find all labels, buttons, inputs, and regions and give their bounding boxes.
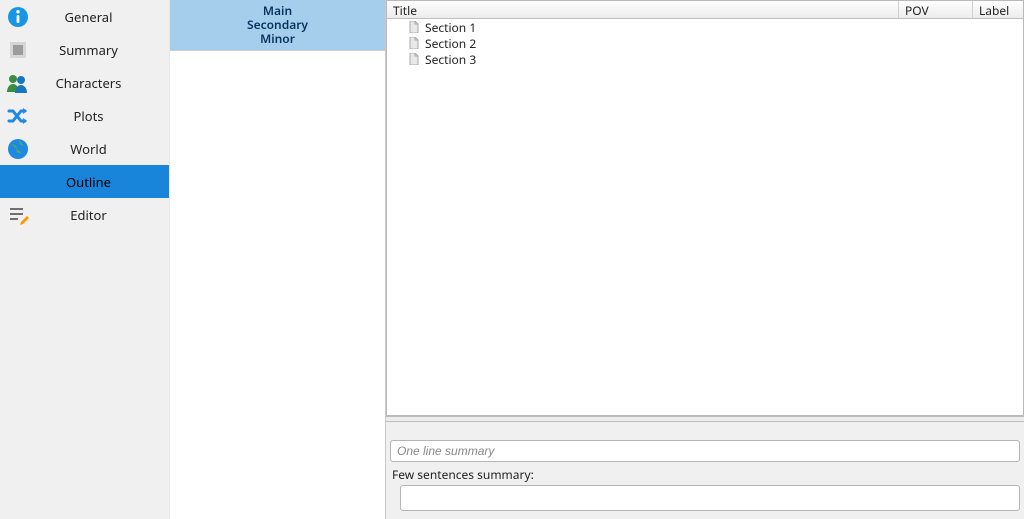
tree-row[interactable]: Section 1 (387, 19, 1023, 35)
category-header[interactable]: Main Secondary Minor (170, 0, 385, 51)
category-column: Main Secondary Minor (170, 0, 386, 519)
tree-row[interactable]: Section 2 (387, 35, 1023, 51)
nav-summary[interactable]: Summary (0, 33, 169, 66)
tree-body[interactable]: Section 1 Section 2 Section 3 (387, 19, 1023, 415)
tree-row-title: Section 1 (425, 19, 476, 36)
people-icon (0, 72, 36, 94)
summary-panel: Few sentences summary: (386, 422, 1024, 519)
outline-tree: Title POV Label Section 1 Section 2 Sect… (386, 0, 1024, 416)
category-minor: Minor (170, 32, 385, 46)
document-icon (409, 53, 419, 65)
nav-label: Editor (36, 206, 169, 224)
column-title[interactable]: Title (387, 1, 899, 18)
editor-icon (0, 204, 36, 226)
nav-label: Plots (36, 107, 169, 125)
document-icon (409, 21, 419, 33)
column-label[interactable]: Label (973, 1, 1023, 18)
tree-header: Title POV Label (387, 1, 1023, 19)
info-icon (0, 6, 36, 28)
summary-icon (0, 39, 36, 61)
nav-plots[interactable]: Plots (0, 99, 169, 132)
nav-label: Characters (36, 74, 169, 92)
tree-row-title: Section 3 (425, 51, 476, 68)
document-icon (409, 37, 419, 49)
nav-label: World (36, 140, 169, 158)
nav-label: Summary (36, 41, 169, 59)
nav-general[interactable]: General (0, 0, 169, 33)
nav-outline[interactable]: Outline (0, 165, 169, 198)
nav-editor[interactable]: Editor (0, 198, 169, 231)
tree-row[interactable]: Section 3 (387, 51, 1023, 67)
shuffle-icon (0, 105, 36, 127)
few-sentences-label: Few sentences summary: (392, 466, 1020, 483)
tree-row-title: Section 2 (425, 35, 476, 52)
nav-label: General (36, 8, 169, 26)
main-area: Title POV Label Section 1 Section 2 Sect… (386, 0, 1024, 519)
globe-icon (0, 138, 36, 160)
one-line-summary-input[interactable] (390, 440, 1020, 462)
nav-label: Outline (36, 173, 169, 191)
main-navigation: General Summary Characters Plots World O… (0, 0, 170, 519)
nav-world[interactable]: World (0, 132, 169, 165)
column-pov[interactable]: POV (899, 1, 973, 18)
few-sentences-textarea[interactable] (400, 485, 1020, 511)
nav-characters[interactable]: Characters (0, 66, 169, 99)
